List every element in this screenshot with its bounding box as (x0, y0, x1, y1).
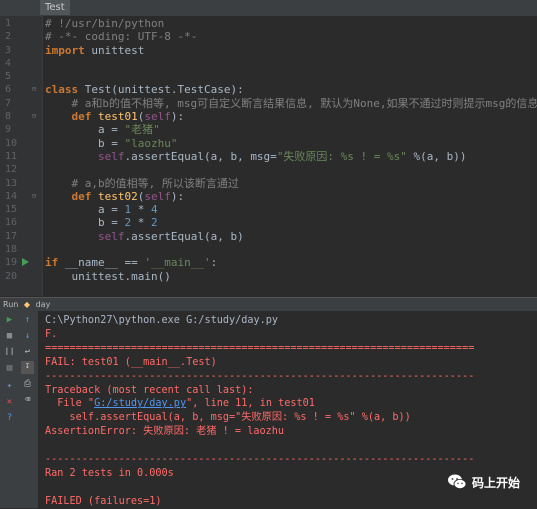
stop-icon[interactable]: ■ (4, 331, 15, 342)
console-line: FAIL: test01 (__main__.Test) (45, 356, 217, 368)
console-line: AssertionError: 失败原因: 老猪 ! = laozhu (45, 426, 284, 438)
console-line: File "G:/study/day.py", line 11, in test… (45, 398, 315, 410)
console-line: ----------------------------------------… (45, 370, 475, 382)
run-gutter-icon[interactable] (22, 258, 29, 267)
console-line: ----------------------------------------… (45, 454, 475, 465)
console-line: Traceback (most recent call last): (45, 384, 254, 396)
code-line: # a和b的值不相等, msg可自定义断言结果信息, 默认为None,如果不通过… (45, 96, 537, 110)
console-line: self.assertEqual(a, b, msg="失败原因: %s ! =… (45, 412, 411, 424)
code-line: b = 2 * 2 (45, 216, 158, 230)
code-line: b = "laozhu" (45, 136, 178, 150)
wechat-icon (447, 474, 467, 489)
line-number: 8 ⊟ (0, 110, 42, 123)
console-line: ========================================… (45, 342, 475, 354)
file-link[interactable]: G:/study/day.py (94, 398, 186, 409)
soft-wrap-icon[interactable]: ↩ (22, 347, 33, 358)
line-number: 10 (5, 137, 18, 149)
console-line: C:\Python27\python.exe G:/study/day.py (45, 315, 279, 326)
line-number: 13 (5, 177, 18, 189)
code-line: class Test(unittest.TestCase): (45, 83, 244, 97)
scroll-to-end-icon[interactable]: ↧ (21, 361, 34, 374)
scroll-up-icon[interactable]: ↑ (22, 315, 33, 326)
python-icon: ◆ (23, 300, 31, 309)
line-number: 9 (5, 124, 12, 136)
line-number: 15 (5, 204, 18, 216)
code-line: def test01(self): (71, 110, 185, 124)
line-number: 6 ⊟ (0, 83, 42, 96)
fold-icon[interactable]: ⊟ (32, 86, 39, 93)
run-label: Run (3, 300, 19, 309)
code-editor[interactable]: 1 2 3 4 5 6 ⊟ 7 8 ⊟ 9 10 11 12 13 14 ⊟ 15 16 17 18 19 20 # !/u… (0, 16, 537, 296)
line-number: 12 (5, 164, 18, 176)
line-number-gutter: 1 2 3 4 5 6 ⊟ 7 8 ⊟ 9 10 11 12 13 14 ⊟ 15 16 17 18 19 20 (0, 16, 43, 296)
code-line: a = "老猪" (45, 123, 160, 137)
help-icon[interactable]: ? (4, 413, 15, 424)
console-line: Ran 2 tests in 0.000s (45, 467, 174, 479)
watermark: 码上开始 (447, 472, 520, 492)
pin-icon[interactable]: ✦ (4, 381, 15, 392)
line-number: 17 (5, 230, 18, 242)
code-content[interactable]: # !/usr/bin/python # -*- coding: UTF-8 -*… (45, 17, 537, 283)
line-number: 1 (5, 18, 12, 29)
watermark-text: 码上开始 (471, 475, 520, 490)
line-number: 18 (5, 244, 18, 256)
line-number: 5 (5, 71, 12, 83)
run-toolbar-right: ↑ ↓ ↩ ↧ ⎙ ⌫ (18, 311, 39, 508)
line-number: 7 (5, 97, 12, 109)
code-line: unittest.main() (45, 269, 171, 283)
line-number: 14 ⊟ (0, 190, 42, 203)
line-number: 2 (5, 31, 12, 43)
code-line: # a,b的值相等, 所以该断言通过 (45, 176, 239, 190)
code-line: self.assertEqual(a, b) (97, 229, 244, 243)
restore-layout-icon[interactable]: ▤ (4, 363, 15, 374)
console-line: FAILED (failures=1) (45, 495, 162, 507)
run-config-name[interactable]: day (36, 300, 51, 309)
line-number: 19 (0, 256, 42, 269)
run-panel-header: Run ◆ day (0, 297, 537, 311)
code-line: if __name__ == '__main__': (45, 256, 218, 270)
code-line: self.assertEqual(a, b, msg="失败原因: %s ! =… (97, 149, 467, 163)
code-line: import unittest (45, 43, 145, 57)
line-number: 3 (5, 44, 12, 56)
clear-all-icon[interactable]: ⌫ (22, 395, 33, 406)
pause-icon[interactable]: ❙❙ (4, 347, 15, 358)
line-number: 4 (5, 57, 12, 69)
line-number: 11 (5, 150, 18, 162)
code-line: def test02(self): (71, 189, 185, 203)
line-number: 20 (5, 270, 18, 282)
tab-test[interactable]: Test (40, 0, 70, 15)
code-line: a = 1 * 4 (45, 203, 158, 217)
run-toolbar-left: ▶ ■ ❙❙ ▤ ✦ ✕ ? (0, 311, 18, 508)
fold-icon[interactable]: ⊟ (32, 113, 39, 120)
code-line: # !/usr/bin/python (45, 17, 165, 30)
print-icon[interactable]: ⎙ (22, 379, 33, 390)
fold-icon[interactable]: ⊟ (32, 192, 39, 200)
console-line: F. (45, 328, 58, 340)
line-number: 16 (5, 217, 18, 229)
rerun-icon[interactable]: ▶ (4, 315, 15, 326)
editor-tab-bar: Test (0, 0, 537, 16)
close-icon[interactable]: ✕ (4, 397, 15, 408)
scroll-down-icon[interactable]: ↓ (22, 331, 33, 342)
code-line: # -*- coding: UTF-8 -*- (45, 30, 198, 44)
